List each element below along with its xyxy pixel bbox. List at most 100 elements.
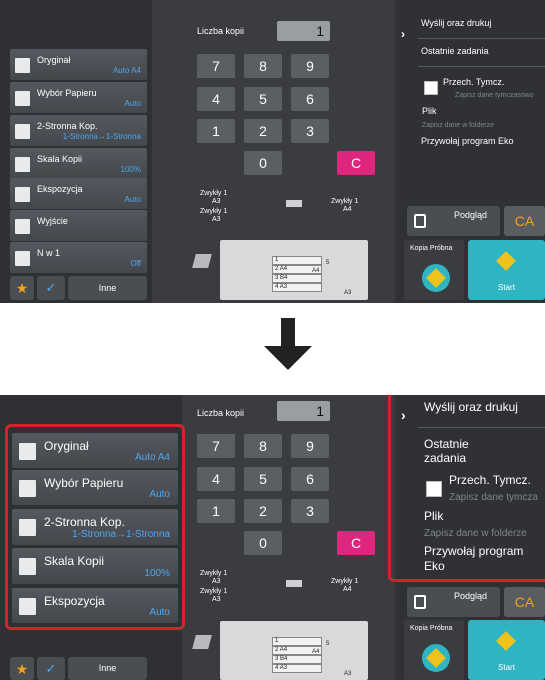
send-print-button[interactable]: Wyślij oraz drukuj xyxy=(421,18,491,28)
confirm-button[interactable]: ✓ xyxy=(37,657,65,680)
copies-display[interactable]: 1 xyxy=(277,21,330,41)
favorites-button[interactable]: ★ xyxy=(10,657,34,680)
menu-exposure[interactable]: Ekspozycja Auto xyxy=(10,178,147,209)
start-diamond-icon xyxy=(496,251,516,271)
original-icon xyxy=(15,58,30,73)
copier-tray[interactable]: 1 xyxy=(272,637,322,646)
key-8[interactable]: 8 xyxy=(244,54,282,78)
side-tray-size: A3 xyxy=(344,671,352,677)
key-4[interactable]: 4 xyxy=(197,87,235,111)
menu-duplex[interactable]: 2-Stronna Kop. 1-Stronna→1-Stronna xyxy=(10,115,147,146)
key-6[interactable]: 6 xyxy=(291,467,329,491)
menu-paper-select[interactable]: Wybór Papieru Auto xyxy=(10,82,147,113)
tray-name: Zwykły 1 xyxy=(200,570,228,577)
key-7[interactable]: 7 xyxy=(197,54,235,78)
chevron-right-icon[interactable]: › xyxy=(401,27,405,41)
others-button[interactable]: Inne xyxy=(68,657,147,680)
temp-save-sub: Zapisz dane tymczasowo xyxy=(455,92,534,99)
start-button[interactable]: Start xyxy=(468,240,545,300)
key-0[interactable]: 0 xyxy=(244,151,282,175)
tray-label[interactable]: Zwykły 1 A4 xyxy=(331,578,358,594)
others-button[interactable]: Inne xyxy=(68,276,147,300)
temp-save-label[interactable]: Przech. Tymcz. xyxy=(443,77,504,87)
key-8[interactable]: 8 xyxy=(244,434,282,458)
side-tray-size: A3 xyxy=(344,290,352,296)
copies-label: Liczba kopii xyxy=(197,26,245,36)
menu-n-in-1[interactable]: N w 1 Off xyxy=(10,242,147,273)
preview-button[interactable]: Podgląd xyxy=(407,587,500,617)
preview-button[interactable]: Podgląd xyxy=(407,206,500,236)
start-label: Start xyxy=(498,283,515,292)
proof-copy-button[interactable]: Kopia Próbna xyxy=(404,240,464,300)
key-0[interactable]: 0 xyxy=(244,531,282,555)
key-9[interactable]: 9 xyxy=(291,54,329,78)
key-1[interactable]: 1 xyxy=(197,499,235,523)
exposure-icon xyxy=(15,187,30,202)
tray-label[interactable]: Zwykły 1 A3 xyxy=(200,190,227,206)
menu-label: Wybór Papieru xyxy=(37,88,97,98)
copies-display[interactable]: 1 xyxy=(277,401,330,421)
menu-value: Auto xyxy=(124,99,141,108)
star-icon: ★ xyxy=(15,280,29,296)
tray-name: Zwykły 1 xyxy=(200,190,228,197)
menu-label: Oryginał xyxy=(37,55,71,65)
highlight-frame-right xyxy=(388,395,545,582)
menu-original[interactable]: Oryginał Auto A4 xyxy=(10,49,147,80)
key-2[interactable]: 2 xyxy=(244,119,282,143)
proof-copy-button[interactable]: Kopia Próbna xyxy=(404,620,464,680)
side-tray-num: 5 xyxy=(326,641,330,647)
key-9[interactable]: 9 xyxy=(291,434,329,458)
down-arrow-head xyxy=(264,346,312,370)
key-5[interactable]: 5 xyxy=(244,87,282,111)
tray-size: A4 xyxy=(343,586,352,593)
tray-size: A3 xyxy=(212,216,221,223)
menu-label: Wyjście xyxy=(37,216,68,226)
preview-label: Podgląd xyxy=(454,591,488,601)
copier-diagram: 1 2 A4 3 B4 4 A3 A4 5 A3 xyxy=(220,240,368,300)
copier-tray[interactable]: 4 A3 xyxy=(272,283,322,292)
menu-output[interactable]: Wyjście xyxy=(10,210,147,241)
copies-label: Liczba kopii xyxy=(197,408,245,418)
key-2[interactable]: 2 xyxy=(244,499,282,523)
copier-tray[interactable]: 3 B4 xyxy=(272,655,322,664)
key-1[interactable]: 1 xyxy=(197,119,235,143)
start-button[interactable]: Start xyxy=(468,620,545,680)
copier-tray[interactable]: 4 A3 xyxy=(272,664,322,673)
tray-name: Zwykły 1 xyxy=(200,588,228,595)
tray-label[interactable]: Zwykły 1 A4 xyxy=(331,198,358,214)
separator xyxy=(418,66,545,67)
clear-all-button[interactable]: CA xyxy=(504,587,545,617)
key-7[interactable]: 7 xyxy=(197,434,235,458)
menu-scale[interactable]: Skala Kopii 100% xyxy=(10,148,147,179)
menu-value: Off xyxy=(130,259,141,268)
confirm-button[interactable]: ✓ xyxy=(37,276,65,300)
menu-value: 100% xyxy=(120,165,141,174)
preview-icon xyxy=(414,595,426,609)
preview-icon xyxy=(414,214,426,228)
start-diamond-icon xyxy=(496,631,516,651)
recent-jobs-button[interactable]: Ostatnie zadania xyxy=(421,46,489,56)
key-4[interactable]: 4 xyxy=(197,467,235,491)
copier-tray[interactable]: 3 B4 xyxy=(272,274,322,283)
tray-label[interactable]: Zwykły 1 A3 xyxy=(200,570,227,586)
clear-key[interactable]: C xyxy=(337,151,375,175)
eco-program-button[interactable]: Przywołaj program Eko xyxy=(421,136,514,146)
menu-value: Auto A4 xyxy=(112,66,141,75)
tray-label[interactable]: Zwykły 1 A3 xyxy=(200,588,227,604)
key-3[interactable]: 3 xyxy=(291,499,329,523)
star-icon: ★ xyxy=(15,661,29,677)
key-5[interactable]: 5 xyxy=(244,467,282,491)
key-6[interactable]: 6 xyxy=(291,87,329,111)
copier-tray[interactable]: 1 xyxy=(272,256,322,265)
clear-all-button[interactable]: CA xyxy=(504,206,545,236)
key-3[interactable]: 3 xyxy=(291,119,329,143)
scanner-icon xyxy=(286,200,302,207)
file-button[interactable]: Plik xyxy=(422,106,437,116)
check-icon: ✓ xyxy=(45,280,57,295)
temp-save-checkbox[interactable] xyxy=(424,81,438,95)
tray-label[interactable]: Zwykły 1 A3 xyxy=(200,208,227,224)
others-label: Inne xyxy=(98,283,117,293)
favorites-button[interactable]: ★ xyxy=(10,276,34,300)
clear-key[interactable]: C xyxy=(337,531,375,555)
preview-label: Podgląd xyxy=(454,210,488,220)
